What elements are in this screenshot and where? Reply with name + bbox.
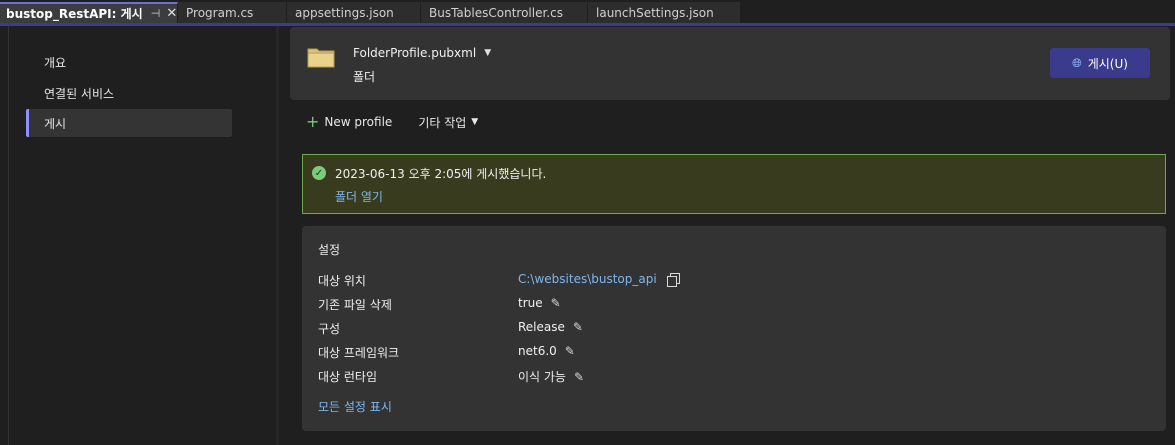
profile-name: FolderProfile.pubxml [353, 46, 477, 60]
tab-label: appsettings.json [295, 5, 394, 20]
profile-type: 폴더 [353, 70, 376, 84]
setting-value-target-framework: net6.0 ✎ [518, 344, 575, 358]
pane-splitter[interactable] [276, 26, 279, 445]
pencil-icon[interactable]: ✎ [574, 370, 584, 384]
plus-icon: + [306, 112, 320, 131]
success-message: 2023-06-13 오후 2:05에 게시했습니다. [335, 167, 547, 181]
folder-icon [307, 48, 335, 68]
tab-label: bustop_RestAPI: 게시 [6, 7, 143, 21]
tab-launchsettings-json[interactable]: launchSettings.json [588, 2, 741, 23]
profile-header-card: FolderProfile.pubxml ▼ 폴더 🌐︎ 게시(U) [290, 27, 1170, 100]
chevron-down-icon: ▼ [484, 48, 492, 58]
setting-value-configuration: Release ✎ [518, 320, 583, 334]
setting-value-target-runtime: 이식 가능 ✎ [518, 368, 584, 385]
setting-label-delete-existing-files: 기존 파일 삭제 [318, 298, 392, 312]
other-actions-dropdown[interactable]: 기타 작업 ▼ [418, 114, 478, 131]
sidebar-item-label: 개요 [44, 55, 67, 70]
target-runtime-value: 이식 가능 [518, 370, 566, 384]
tab-label: Program.cs [186, 5, 254, 20]
new-profile-label: New profile [324, 115, 393, 129]
close-icon[interactable]: ✕ [166, 6, 177, 21]
pencil-icon[interactable]: ✎ [573, 320, 583, 334]
open-folder-link[interactable]: 폴더 열기 [335, 188, 383, 205]
target-location-link[interactable]: C:\websites\bustop_api [518, 272, 657, 286]
check-circle-icon: ✓ [312, 166, 326, 180]
pin-icon[interactable]: ⊣ [151, 7, 161, 20]
tab-bustop-restapi-publish[interactable]: bustop_RestAPI: 게시 ⊣ ✕ [0, 2, 178, 23]
setting-value-target-location: C:\websites\bustop_api [518, 272, 680, 287]
pencil-icon[interactable]: ✎ [565, 344, 575, 358]
setting-value-delete-existing-files: true ✎ [518, 296, 561, 310]
configuration-value: Release [518, 320, 565, 334]
delete-existing-files-value: true [518, 296, 543, 310]
sidebar-item-publish[interactable]: 게시 [26, 109, 232, 137]
profile-selector[interactable]: FolderProfile.pubxml ▼ [353, 46, 491, 60]
chevron-down-icon: ▼ [471, 117, 479, 127]
publish-toolbar: + New profile 기타 작업 ▼ [300, 111, 504, 133]
publish-button[interactable]: 🌐︎ 게시(U) [1050, 48, 1150, 78]
settings-title: 설정 [318, 243, 341, 257]
target-framework-value: net6.0 [518, 344, 557, 358]
setting-label-configuration: 구성 [318, 322, 341, 336]
pencil-icon[interactable]: ✎ [551, 296, 561, 310]
tab-bustablescontroller-cs[interactable]: BusTablesController.cs [421, 2, 588, 23]
tab-appsettings-json[interactable]: appsettings.json [287, 2, 421, 23]
document-tab-strip: bustop_RestAPI: 게시 ⊣ ✕ Program.cs appset… [0, 0, 1175, 23]
tab-label: launchSettings.json [596, 5, 714, 20]
globe-icon: 🌐︎ [1072, 55, 1082, 70]
tab-program-cs[interactable]: Program.cs [178, 2, 287, 23]
sidebar-item-label: 연결된 서비스 [44, 86, 115, 101]
setting-label-target-location: 대상 위치 [318, 274, 366, 288]
publish-success-banner: ✓ 2023-06-13 오후 2:05에 게시했습니다. 폴더 열기 [302, 154, 1166, 214]
settings-card: 설정 대상 위치 C:\websites\bustop_api 기존 파일 삭제… [302, 226, 1166, 431]
copy-icon[interactable] [666, 272, 680, 287]
setting-label-target-framework: 대상 프레임워크 [318, 346, 400, 360]
setting-label-target-runtime: 대상 런타임 [318, 370, 378, 384]
sidebar-item-connected-services[interactable]: 연결된 서비스 [26, 79, 232, 107]
other-actions-label: 기타 작업 [418, 115, 467, 130]
tab-label: BusTablesController.cs [429, 5, 563, 20]
left-edge-border [8, 26, 9, 445]
sidebar-item-label: 게시 [44, 116, 67, 131]
publish-button-label: 게시(U) [1087, 56, 1128, 71]
show-all-settings-link[interactable]: 모든 설정 표시 [318, 398, 392, 415]
new-profile-button[interactable]: + New profile [300, 114, 392, 130]
sidebar-item-overview[interactable]: 개요 [26, 48, 232, 76]
